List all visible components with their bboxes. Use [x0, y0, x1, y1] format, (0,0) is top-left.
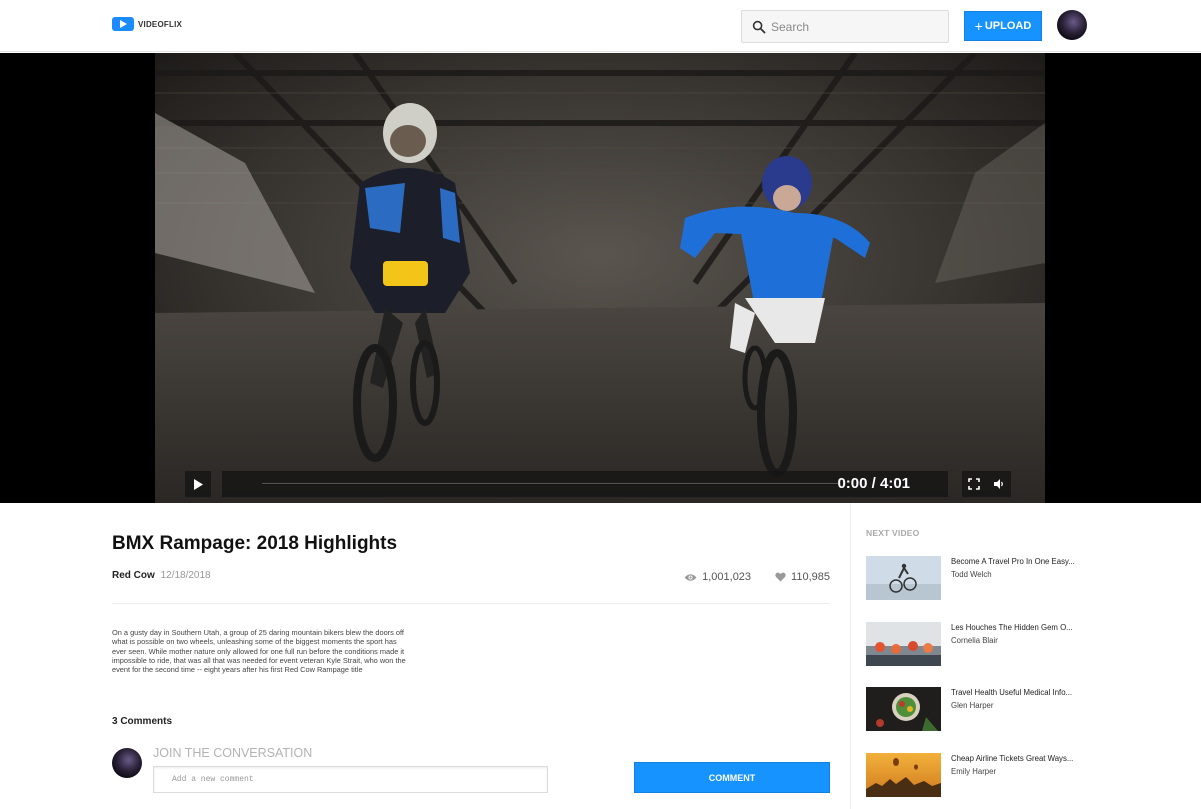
- next-video-author: Todd Welch: [951, 570, 992, 579]
- play-logo-icon: [112, 17, 134, 31]
- next-video-item[interactable]: Cheap Airline Tickets Great Ways... Emil…: [866, 753, 1196, 797]
- next-video-heading: NEXT VIDEO: [866, 528, 920, 538]
- channel-name[interactable]: Red Cow: [112, 570, 155, 581]
- next-video-title[interactable]: Les Houches The Hidden Gem O...: [951, 623, 1073, 632]
- divider: [112, 603, 830, 604]
- logo[interactable]: VIDEOFLIX: [112, 17, 182, 31]
- video-frame[interactable]: [155, 53, 1045, 503]
- comment-input[interactable]: [153, 766, 548, 793]
- plus-icon: +: [974, 18, 983, 34]
- video-description: On a gusty day in Southern Utah, a group…: [112, 628, 406, 675]
- right-controls: [962, 471, 1011, 497]
- video-title: BMX Rampage: 2018 Highlights: [112, 533, 398, 554]
- search-icon: [752, 20, 766, 33]
- next-video-sidebar: NEXT VIDEO Become A Travel Pro In One Ea…: [850, 503, 1201, 809]
- next-video-title[interactable]: Become A Travel Pro In One Easy...: [951, 557, 1075, 566]
- view-count: 1,001,023: [702, 571, 752, 583]
- join-conversation-heading: JOIN THE CONVERSATION: [153, 746, 313, 760]
- eye-icon: [684, 573, 697, 581]
- next-video-title[interactable]: Cheap Airline Tickets Great Ways...: [951, 754, 1073, 763]
- time-display: 0:00 / 4:01: [837, 475, 910, 492]
- next-video-title[interactable]: Travel Health Useful Medical Info...: [951, 688, 1072, 697]
- user-avatar[interactable]: [1057, 10, 1087, 40]
- progress-track[interactable]: [262, 483, 838, 485]
- video-thumbnail[interactable]: [866, 556, 941, 600]
- comment-button[interactable]: COMMENT: [634, 762, 830, 793]
- video-thumbnail[interactable]: [866, 753, 941, 797]
- comments-count: 3 Comments: [112, 716, 173, 727]
- top-nav-bar: VIDEOFLIX + UPLOAD: [0, 0, 1201, 52]
- video-thumbnail[interactable]: [866, 687, 941, 731]
- video-meta: Red Cow 12/18/2018: [112, 570, 211, 581]
- upload-date: 12/18/2018: [160, 570, 211, 581]
- play-button[interactable]: [185, 471, 211, 497]
- next-video-item[interactable]: Les Houches The Hidden Gem O... Cornelia…: [866, 622, 1196, 666]
- next-video-item[interactable]: Travel Health Useful Medical Info... Gle…: [866, 687, 1196, 731]
- next-video-item[interactable]: Become A Travel Pro In One Easy... Todd …: [866, 556, 1196, 600]
- play-icon: [194, 478, 203, 490]
- video-thumbnail[interactable]: [866, 622, 941, 666]
- like-count: 110,985: [791, 571, 830, 583]
- video-player: [0, 53, 1201, 503]
- commenter-avatar: [112, 748, 142, 778]
- fullscreen-icon[interactable]: [968, 478, 981, 490]
- upload-button[interactable]: + UPLOAD: [964, 11, 1042, 41]
- seek-bar[interactable]: 0:00 / 4:01: [222, 471, 948, 497]
- logo-text: VIDEOFLIX: [138, 19, 183, 29]
- page: VIDEOFLIX + UPLOAD: [0, 0, 1201, 809]
- search-box: [741, 10, 949, 43]
- upload-label: UPLOAD: [984, 20, 1032, 32]
- next-video-author: Emily Harper: [951, 767, 997, 776]
- volume-icon[interactable]: [993, 478, 1005, 490]
- video-stats: 1,001,023 110,985: [684, 571, 830, 583]
- heart-icon[interactable]: [775, 572, 786, 582]
- video-still-image: [155, 53, 1045, 503]
- next-video-author: Glen Harper: [951, 701, 994, 710]
- next-video-author: Cornelia Blair: [951, 636, 998, 645]
- search-input[interactable]: [771, 19, 941, 34]
- player-controls: 0:00 / 4:01: [185, 471, 1011, 497]
